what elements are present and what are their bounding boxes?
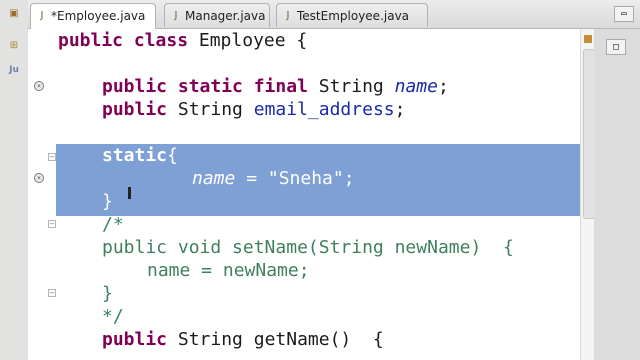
comment-line: public void setName(String newName) { — [102, 237, 514, 258]
code-line: public String email_address; — [102, 99, 406, 120]
right-panel-strip: □ — [594, 29, 640, 360]
minimize-icon[interactable]: ▭ — [614, 6, 634, 22]
annotation-ruler — [28, 29, 56, 360]
left-toolbar-strip: ▣ ⊞ Ju — [0, 0, 29, 360]
code-line: static{ — [102, 145, 178, 166]
tab-label: *Employee.java — [51, 9, 146, 23]
code-editor[interactable]: × × – – – public class Employee { public… — [28, 29, 580, 360]
tab-employee-java[interactable]: J *Employee.java ⊠ — [30, 3, 156, 47]
editor-tab-bar: J *Employee.java ⊠ J Manager.java J Test… — [28, 0, 640, 47]
fold-collapse-icon[interactable]: – — [48, 220, 56, 228]
code-line: public class Employee { — [58, 30, 308, 51]
java-file-icon: J — [174, 10, 178, 21]
tab-testemployee-java[interactable]: J TestEmployee.java — [276, 3, 428, 27]
junit-icon[interactable]: Ju — [6, 62, 22, 78]
tab-label: TestEmployee.java — [297, 9, 410, 23]
java-file-icon: J — [286, 10, 290, 21]
hierarchy-icon[interactable]: ⊞ — [6, 38, 22, 54]
code-line: public static final String name; — [102, 76, 449, 97]
warning-marker-icon[interactable]: × — [34, 81, 44, 91]
java-file-icon: J — [40, 10, 44, 21]
error-marker-icon[interactable]: × — [34, 173, 44, 183]
comment-line: name = newName; — [147, 260, 310, 281]
tab-label: Manager.java — [185, 9, 266, 23]
fold-collapse-icon[interactable]: – — [48, 289, 56, 297]
tab-manager-java[interactable]: J Manager.java — [164, 3, 270, 27]
comment-line: /* — [102, 214, 124, 235]
fold-collapse-icon[interactable]: – — [48, 153, 56, 161]
code-line: } — [102, 191, 113, 212]
warning-summary-icon[interactable] — [584, 35, 592, 43]
mouse-text-cursor — [128, 187, 131, 199]
code-line: name = "Sneha"; — [192, 168, 355, 189]
overview-ruler[interactable] — [580, 29, 595, 360]
code-line: public String getName() { — [102, 329, 384, 350]
maximize-icon[interactable]: □ — [606, 39, 626, 55]
comment-line: } — [102, 283, 113, 304]
comment-line: */ — [102, 306, 124, 327]
package-explorer-icon[interactable]: ▣ — [6, 6, 22, 22]
